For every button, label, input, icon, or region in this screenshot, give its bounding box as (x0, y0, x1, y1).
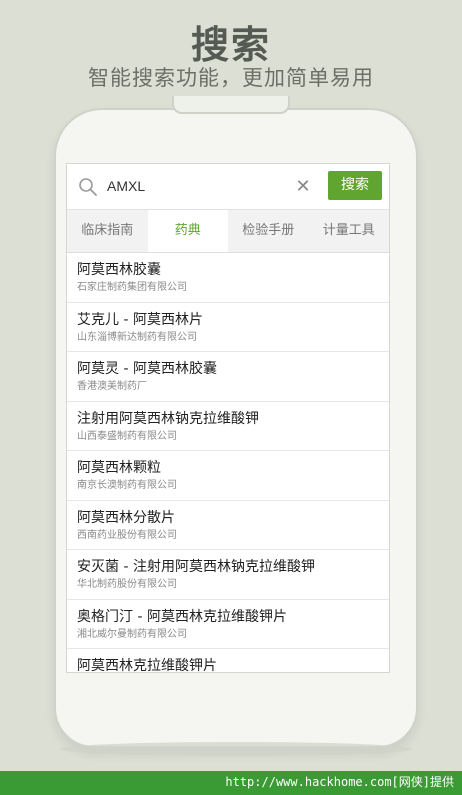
tab-lab-manual[interactable]: 检验手册 (228, 210, 309, 252)
app-screen: AMXL ✕ 搜索 临床指南 药典 检验手册 计量工具 阿莫西林胶囊 石家庄制药… (66, 163, 390, 673)
drug-name: 艾克儿 - 阿莫西林片 (77, 311, 203, 328)
promo-title: 搜索 (190, 23, 271, 67)
list-item[interactable]: 阿莫灵 - 阿莫西林胶囊 香港澳美制药厂 (67, 352, 389, 402)
clear-icon[interactable]: ✕ (293, 177, 313, 197)
list-item[interactable]: 阿莫西林克拉维酸钾片 (67, 649, 389, 673)
drug-company: 西南药业股份有限公司 (77, 529, 177, 541)
search-icon (77, 176, 99, 198)
drug-company: 山西泰盛制药有限公司 (77, 430, 177, 442)
drug-company: 石家庄制药集团有限公司 (77, 282, 187, 293)
drug-name: 阿莫灵 - 阿莫西林胶囊 (77, 361, 217, 377)
drug-company: 华北制药股份有限公司 (77, 579, 177, 590)
list-item[interactable]: 阿莫西林颗粒 南京长澳制药有限公司 (67, 451, 389, 501)
list-item[interactable]: 阿莫西林分散片 西南药业股份有限公司 (67, 501, 389, 550)
drug-name: 安灭菌 - 注射用阿莫西林钠克拉维酸钾 (77, 559, 315, 575)
phone-speaker (172, 96, 290, 114)
drug-name: 阿莫西林颗粒 (77, 460, 161, 476)
drug-company: 香港澳美制药厂 (77, 381, 147, 392)
list-item[interactable]: 奥格门汀 - 阿莫西林克拉维酸钾片 湘北威尔曼制药有限公司 (67, 600, 389, 649)
drug-name: 阿莫西林克拉维酸钾片 (77, 658, 217, 673)
drug-name: 阿莫西林分散片 (77, 509, 175, 526)
tab-bar: 临床指南 药典 检验手册 计量工具 (67, 210, 389, 253)
drug-company: 南京长澳制药有限公司 (77, 480, 177, 491)
tab-pharmacopoeia[interactable]: 药典 (147, 210, 228, 252)
watermark-footer: http://www.hackhome.com[网侠]提供 (0, 771, 462, 795)
search-button[interactable]: 搜索 (328, 171, 382, 200)
drug-name: 注射用阿莫西林钠克拉维酸钾 (77, 410, 259, 427)
search-input[interactable]: AMXL (107, 178, 145, 194)
drug-name: 阿莫西林胶囊 (77, 262, 161, 278)
drug-company: 山东淄博新达制药有限公司 (77, 331, 197, 343)
phone-shadow (60, 742, 412, 756)
list-item[interactable]: 阿莫西林胶囊 石家庄制药集团有限公司 (67, 253, 389, 303)
list-item[interactable]: 艾克儿 - 阿莫西林片 山东淄博新达制药有限公司 (67, 303, 389, 352)
tab-dosage-tools[interactable]: 计量工具 (309, 210, 390, 252)
result-list: 阿莫西林胶囊 石家庄制药集团有限公司 艾克儿 - 阿莫西林片 山东淄博新达制药有… (67, 253, 389, 673)
list-item[interactable]: 注射用阿莫西林钠克拉维酸钾 山西泰盛制药有限公司 (67, 402, 389, 451)
list-item[interactable]: 安灭菌 - 注射用阿莫西林钠克拉维酸钾 华北制药股份有限公司 (67, 550, 389, 600)
tab-clinical-guide[interactable]: 临床指南 (67, 210, 148, 252)
drug-company: 湘北威尔曼制药有限公司 (77, 628, 187, 640)
promo-subtitle: 智能搜索功能，更加简单易用 (88, 66, 374, 90)
drug-name: 奥格门汀 - 阿莫西林克拉维酸钾片 (77, 608, 287, 625)
search-bar: AMXL ✕ 搜索 (67, 164, 389, 210)
